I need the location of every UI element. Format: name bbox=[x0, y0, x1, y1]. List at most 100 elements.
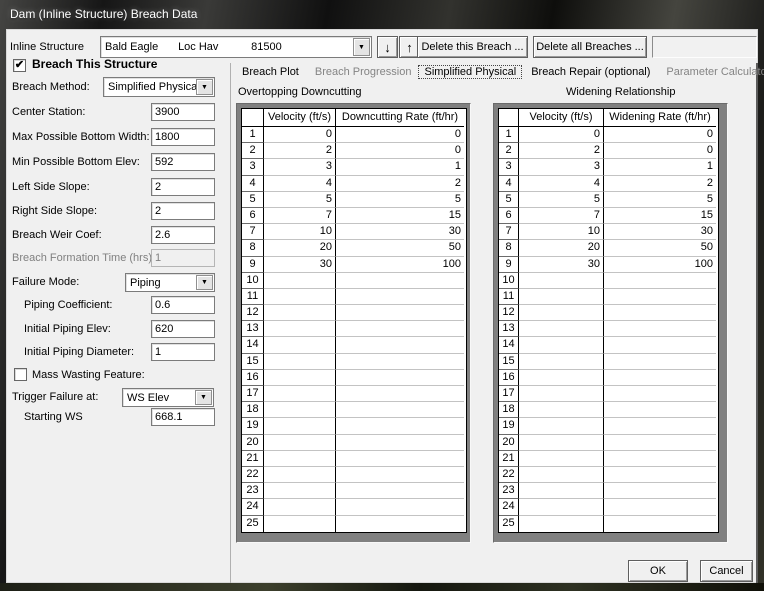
table-cell[interactable] bbox=[264, 402, 336, 418]
table-cell[interactable]: 5 bbox=[519, 192, 604, 208]
table-cell[interactable]: 2 bbox=[336, 176, 464, 192]
starting-ws-input[interactable] bbox=[151, 408, 215, 426]
table-cell[interactable] bbox=[336, 321, 464, 337]
table-cell[interactable] bbox=[336, 418, 464, 434]
table-cell[interactable]: 3 bbox=[519, 159, 604, 175]
table-cell[interactable] bbox=[519, 370, 604, 386]
row-number[interactable]: 4 bbox=[242, 176, 264, 192]
row-number[interactable]: 9 bbox=[499, 257, 519, 273]
table-cell[interactable] bbox=[519, 516, 604, 532]
table-cell[interactable]: 30 bbox=[336, 224, 464, 240]
table-cell[interactable]: 2 bbox=[604, 176, 716, 192]
row-number[interactable]: 16 bbox=[499, 370, 519, 386]
center-station-input[interactable] bbox=[151, 103, 215, 121]
row-number[interactable]: 11 bbox=[242, 289, 264, 305]
tab-breach-repair-optional[interactable]: Breach Repair (optional) bbox=[524, 65, 657, 79]
row-number[interactable]: 5 bbox=[242, 192, 264, 208]
table-cell[interactable] bbox=[264, 370, 336, 386]
breach-this-structure-checkbox[interactable]: ✔ bbox=[13, 59, 26, 72]
table-cell[interactable]: 10 bbox=[519, 224, 604, 240]
table-cell[interactable] bbox=[264, 321, 336, 337]
row-number[interactable]: 18 bbox=[242, 402, 264, 418]
table-cell[interactable]: 0 bbox=[604, 127, 716, 143]
table-cell[interactable] bbox=[519, 402, 604, 418]
row-number[interactable]: 14 bbox=[242, 337, 264, 353]
table-cell[interactable] bbox=[604, 483, 716, 499]
table-cell[interactable]: 30 bbox=[264, 257, 336, 273]
table-cell[interactable] bbox=[519, 451, 604, 467]
chevron-down-icon[interactable]: ▼ bbox=[353, 38, 370, 56]
table-cell[interactable]: 5 bbox=[604, 192, 716, 208]
table-cell[interactable] bbox=[336, 516, 464, 532]
row-number[interactable]: 7 bbox=[499, 224, 519, 240]
table-cell[interactable]: 2 bbox=[519, 143, 604, 159]
table-cell[interactable]: 15 bbox=[336, 208, 464, 224]
table-cell[interactable] bbox=[604, 451, 716, 467]
row-number[interactable]: 6 bbox=[242, 208, 264, 224]
row-number[interactable]: 22 bbox=[499, 467, 519, 483]
table-cell[interactable] bbox=[264, 273, 336, 289]
row-number[interactable]: 10 bbox=[499, 273, 519, 289]
table-cell[interactable]: 0 bbox=[336, 127, 464, 143]
row-number[interactable]: 13 bbox=[499, 321, 519, 337]
table-cell[interactable]: 20 bbox=[264, 240, 336, 256]
row-number[interactable]: 20 bbox=[242, 435, 264, 451]
table-cell[interactable] bbox=[336, 386, 464, 402]
table-cell[interactable] bbox=[604, 467, 716, 483]
table-cell[interactable]: 10 bbox=[264, 224, 336, 240]
table-cell[interactable] bbox=[604, 516, 716, 532]
table-cell[interactable] bbox=[336, 402, 464, 418]
table-cell[interactable]: 0 bbox=[264, 127, 336, 143]
row-number[interactable]: 24 bbox=[242, 499, 264, 515]
table-cell[interactable]: 0 bbox=[519, 127, 604, 143]
table-cell[interactable] bbox=[519, 321, 604, 337]
table-cell[interactable]: 7 bbox=[264, 208, 336, 224]
table-cell[interactable]: 30 bbox=[519, 257, 604, 273]
table-cell[interactable] bbox=[264, 516, 336, 532]
table-cell[interactable]: 15 bbox=[604, 208, 716, 224]
chevron-down-icon[interactable]: ▼ bbox=[196, 275, 213, 290]
row-number[interactable]: 12 bbox=[499, 305, 519, 321]
table-cell[interactable] bbox=[336, 354, 464, 370]
next-structure-button[interactable]: ↓ bbox=[377, 36, 398, 58]
row-number[interactable]: 15 bbox=[242, 354, 264, 370]
breach-method-combobox[interactable]: Simplified Physical ▼ bbox=[103, 77, 215, 97]
table-cell[interactable] bbox=[604, 354, 716, 370]
table-cell[interactable] bbox=[336, 451, 464, 467]
ok-button[interactable]: OK bbox=[628, 560, 688, 582]
row-number[interactable]: 12 bbox=[242, 305, 264, 321]
table-cell[interactable] bbox=[264, 337, 336, 353]
table-cell[interactable] bbox=[336, 483, 464, 499]
table-cell[interactable]: 2 bbox=[264, 143, 336, 159]
tab-simplified-physical[interactable]: Simplified Physical bbox=[418, 65, 522, 79]
table-cell[interactable] bbox=[264, 418, 336, 434]
table-cell[interactable] bbox=[264, 305, 336, 321]
table-cell[interactable] bbox=[336, 467, 464, 483]
table-cell[interactable] bbox=[604, 321, 716, 337]
right-side-slope-input[interactable] bbox=[151, 202, 215, 220]
table-cell[interactable]: 100 bbox=[604, 257, 716, 273]
table-cell[interactable] bbox=[519, 354, 604, 370]
table-cell[interactable]: 5 bbox=[336, 192, 464, 208]
row-number[interactable]: 20 bbox=[499, 435, 519, 451]
table-cell[interactable] bbox=[519, 337, 604, 353]
row-number[interactable]: 1 bbox=[242, 127, 264, 143]
table-cell[interactable] bbox=[604, 370, 716, 386]
table-cell[interactable] bbox=[264, 354, 336, 370]
table-cell[interactable]: 4 bbox=[519, 176, 604, 192]
table-cell[interactable]: 0 bbox=[604, 143, 716, 159]
row-number[interactable]: 8 bbox=[499, 240, 519, 256]
table-cell[interactable] bbox=[519, 483, 604, 499]
table-cell[interactable]: 20 bbox=[519, 240, 604, 256]
row-number[interactable]: 2 bbox=[242, 143, 264, 159]
table-cell[interactable] bbox=[264, 451, 336, 467]
row-number[interactable]: 11 bbox=[499, 289, 519, 305]
table-cell[interactable] bbox=[336, 273, 464, 289]
row-number[interactable]: 24 bbox=[499, 499, 519, 515]
table-cell[interactable]: 3 bbox=[264, 159, 336, 175]
row-number[interactable]: 7 bbox=[242, 224, 264, 240]
table-cell[interactable] bbox=[604, 386, 716, 402]
row-number[interactable]: 14 bbox=[499, 337, 519, 353]
chevron-down-icon[interactable]: ▼ bbox=[196, 79, 213, 95]
table-cell[interactable]: 5 bbox=[264, 192, 336, 208]
